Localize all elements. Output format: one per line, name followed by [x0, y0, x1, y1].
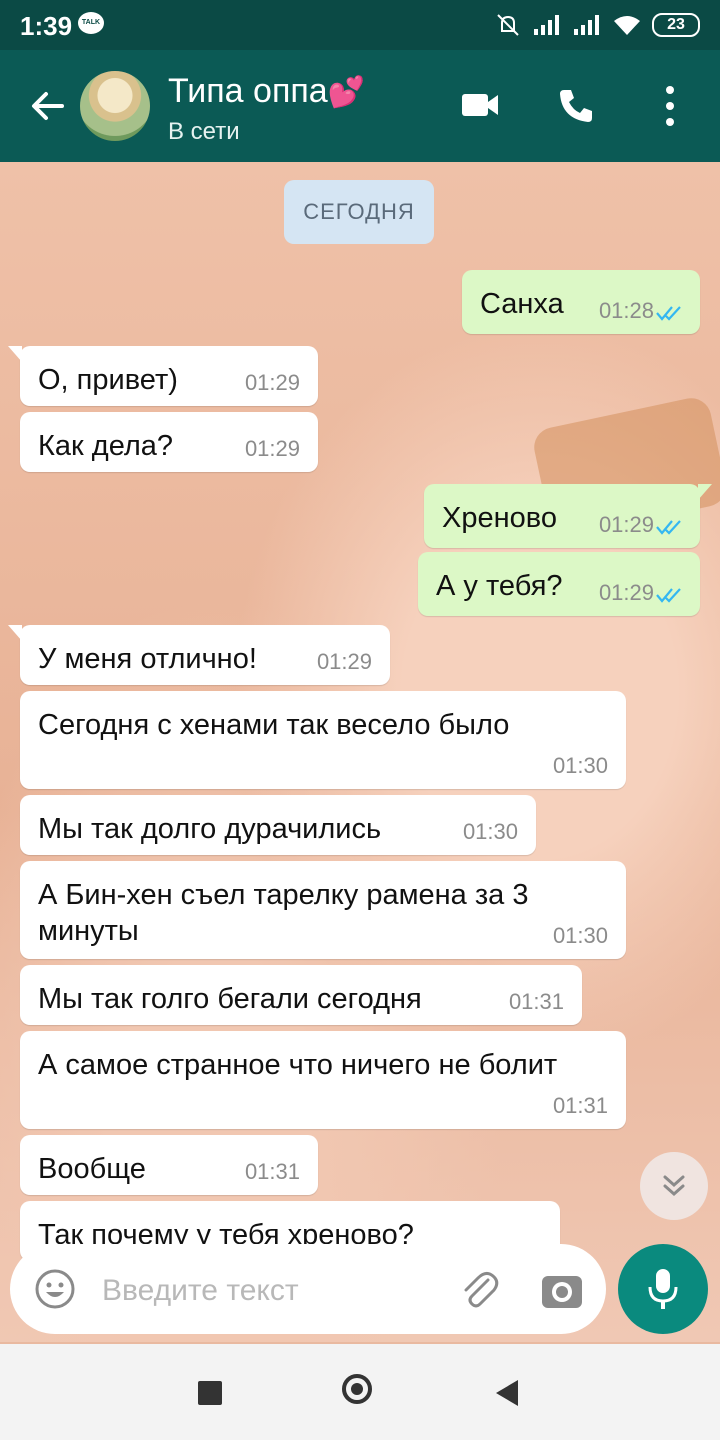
- message-text: Сегодня с хенами так весело было: [38, 709, 510, 741]
- system-back-button[interactable]: [496, 1380, 518, 1406]
- incoming-message[interactable]: О, привет) 01:29: [8, 346, 318, 406]
- message-input[interactable]: [100, 1270, 424, 1312]
- message-composer: [10, 1244, 606, 1334]
- outgoing-message[interactable]: А у тебя? 01:29: [418, 552, 700, 616]
- back-arrow-icon[interactable]: [28, 86, 68, 126]
- wifi-icon: [614, 16, 640, 35]
- voice-record-button[interactable]: [618, 1244, 708, 1334]
- double-chevron-down-icon: [663, 1175, 685, 1197]
- microphone-icon: [648, 1269, 678, 1309]
- camera-icon[interactable]: [540, 1268, 584, 1312]
- more-options-icon[interactable]: [662, 84, 678, 128]
- message-time: 01:31: [552, 1093, 608, 1118]
- battery-indicator: 23: [652, 13, 700, 37]
- incoming-message[interactable]: Вообще 01:31: [20, 1135, 318, 1195]
- message-text: А самое странное что ничего не болит: [38, 1049, 558, 1081]
- system-navigation-bar: [0, 1344, 720, 1440]
- scroll-to-bottom-button[interactable]: [640, 1152, 708, 1220]
- incoming-message[interactable]: А Бин-хен съел тарелку рамена за 3 минут…: [20, 861, 626, 959]
- read-receipt-icon: [656, 588, 681, 603]
- message-time: 01:28: [598, 298, 654, 323]
- outgoing-message[interactable]: Санха 01:28: [462, 270, 700, 334]
- phone-call-icon[interactable]: [556, 86, 596, 126]
- message-text: Мы так долго дурачились: [38, 813, 382, 845]
- message-time: 01:29: [244, 436, 300, 461]
- heart-emoji: 💕: [327, 76, 366, 109]
- status-icons: 23: [494, 10, 700, 40]
- message-text: Мы так голго бегали сегодня: [38, 983, 422, 1015]
- status-time: 1:39: [20, 11, 73, 41]
- signal-icon: [534, 15, 559, 35]
- bubble-tail: [8, 346, 22, 362]
- message-time: 01:31: [244, 1159, 300, 1184]
- contact-name: Типа оппа: [168, 72, 328, 110]
- contact-name-block[interactable]: Типа оппа💕: [168, 72, 365, 111]
- status-bar: 1:39 TALK 23: [0, 0, 720, 50]
- recent-apps-button[interactable]: [198, 1381, 222, 1405]
- incoming-message[interactable]: Мы так долго дурачились 01:30: [20, 795, 536, 855]
- signal-icon-2: [574, 15, 599, 35]
- message-time: 01:29: [316, 649, 372, 674]
- message-time: 01:29: [598, 580, 654, 605]
- home-button[interactable]: [342, 1374, 372, 1404]
- chat-area[interactable]: СЕГОДНЯ Санха 01:28 О, привет) 01:29 Как дел…: [0, 162, 720, 1342]
- read-receipt-icon: [656, 306, 681, 321]
- bubble-tail: [698, 484, 712, 500]
- message-time: 01:29: [244, 370, 300, 395]
- message-time: 01:30: [552, 923, 608, 948]
- talk-notification-icon: TALK: [78, 12, 104, 34]
- read-receipt-icon: [656, 520, 681, 535]
- video-call-icon[interactable]: [460, 90, 500, 120]
- incoming-message[interactable]: Мы так голго бегали сегодня 01:31: [20, 965, 582, 1025]
- message-time: 01:29: [598, 512, 654, 537]
- contact-avatar[interactable]: [80, 71, 150, 141]
- date-chip: СЕГОДНЯ: [284, 180, 434, 244]
- paperclip-icon[interactable]: [458, 1268, 502, 1312]
- incoming-message[interactable]: А самое странное что ничего не болит 01:3…: [20, 1031, 626, 1129]
- message-time: 01:31: [508, 989, 564, 1014]
- mute-icon: [497, 14, 519, 36]
- incoming-message[interactable]: Как дела? 01:29: [20, 412, 318, 472]
- bubble-tail: [8, 625, 22, 641]
- incoming-message[interactable]: У меня отлично! 01:29: [8, 625, 390, 685]
- message-text: А Бин-хен съел тарелку рамена за 3 минут…: [38, 879, 529, 947]
- emoji-icon[interactable]: [34, 1268, 76, 1310]
- outgoing-message[interactable]: Хреново 01:29: [424, 484, 712, 548]
- chat-header: Типа оппа💕 В сети: [0, 50, 720, 162]
- message-time: 01:30: [552, 753, 608, 778]
- contact-status: В сети: [168, 118, 240, 145]
- incoming-message[interactable]: Сегодня с хенами так весело было 01:30: [20, 691, 626, 789]
- message-time: 01:30: [462, 819, 518, 844]
